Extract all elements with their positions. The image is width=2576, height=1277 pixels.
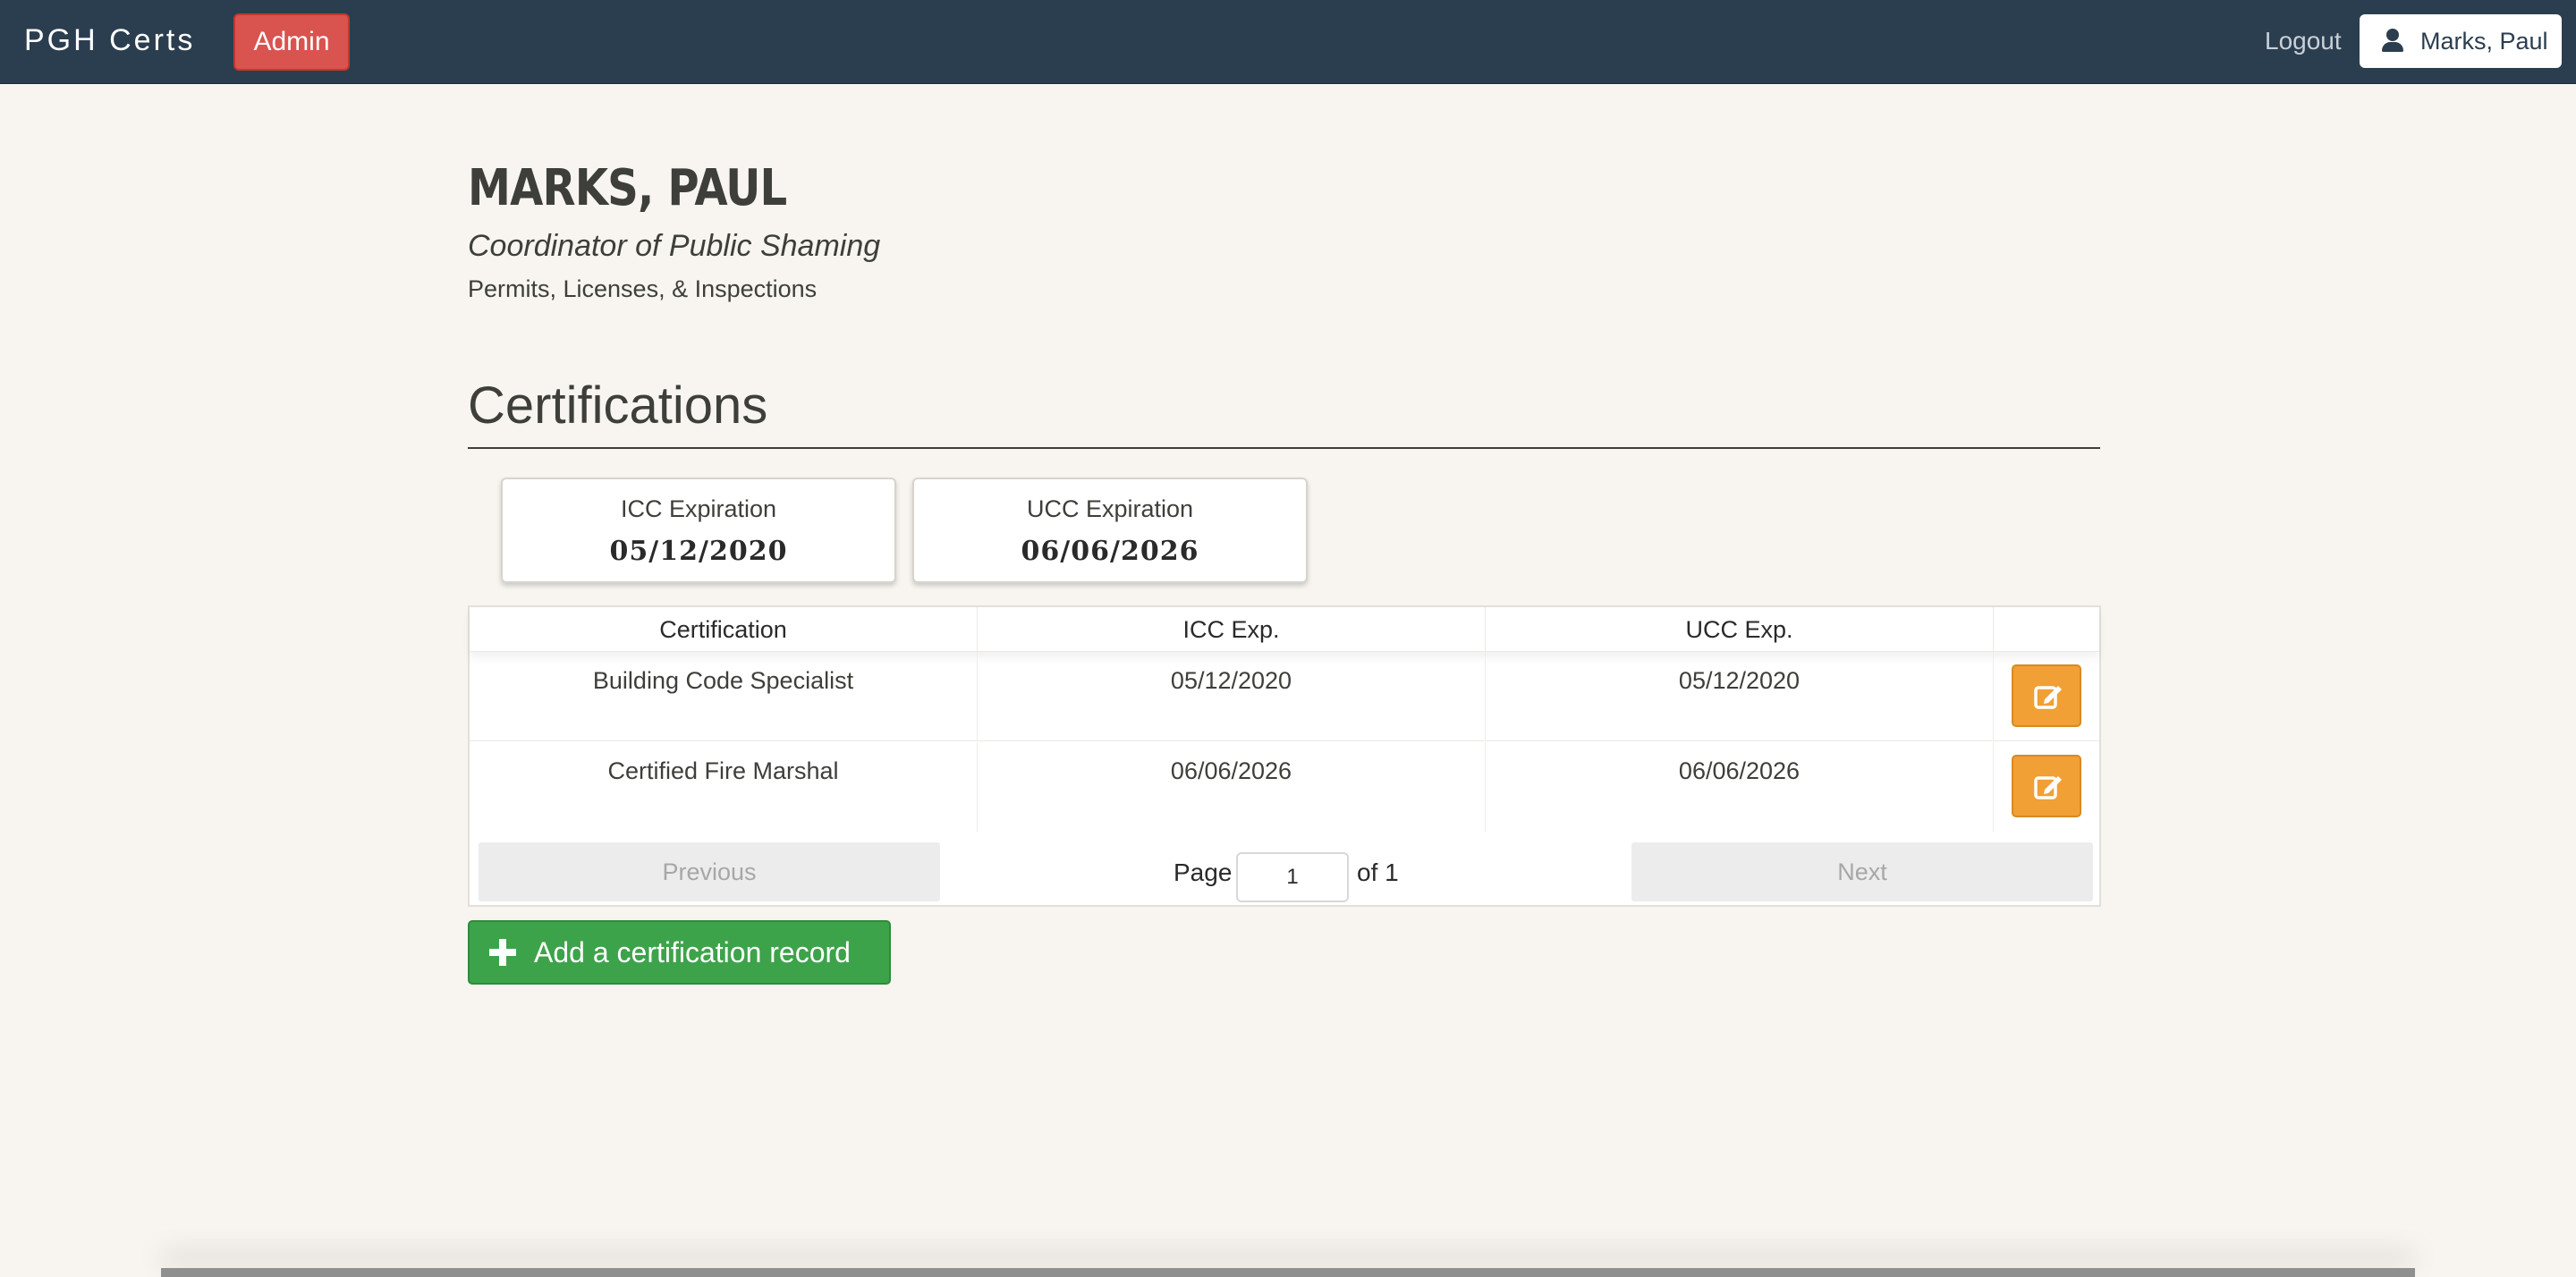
cell-certification: Building Code Specialist bbox=[470, 652, 978, 740]
profile-department: Permits, Licenses, & Inspections bbox=[468, 275, 818, 302]
column-header-icc-exp[interactable]: ICC Exp. bbox=[978, 607, 1486, 651]
cell-ucc-exp: 05/12/2020 bbox=[1486, 652, 1994, 740]
cell-certification: Certified Fire Marshal bbox=[470, 742, 978, 832]
cell-icc-exp: 06/06/2026 bbox=[978, 742, 1486, 832]
admin-button[interactable]: Admin bbox=[233, 13, 350, 71]
card-value: 06/06/2026 bbox=[1021, 536, 1199, 567]
user-icon bbox=[2381, 29, 2404, 54]
page-label: Page bbox=[1174, 858, 1233, 886]
column-header-certification[interactable]: Certification bbox=[470, 607, 978, 651]
cell-ucc-exp: 06/06/2026 bbox=[1486, 742, 1994, 832]
certifications-table: Certification ICC Exp. UCC Exp. Building… bbox=[468, 605, 2101, 907]
add-certification-label: Add a certification record bbox=[534, 935, 851, 968]
edit-button[interactable] bbox=[2012, 755, 2081, 817]
user-menu-button[interactable]: Marks, Paul bbox=[2360, 14, 2562, 68]
card-label: ICC Expiration bbox=[620, 495, 777, 522]
section-heading: Certifications bbox=[468, 376, 768, 435]
edit-button[interactable] bbox=[2012, 664, 2081, 727]
table-header: Certification ICC Exp. UCC Exp. bbox=[470, 607, 2099, 652]
page-number-input[interactable]: 1 bbox=[1236, 852, 1349, 902]
table-row: Building Code Specialist 05/12/2020 05/1… bbox=[470, 652, 2099, 741]
card-label: UCC Expiration bbox=[1026, 495, 1194, 522]
column-header-actions bbox=[1994, 607, 2099, 651]
logout-link[interactable]: Logout bbox=[2265, 27, 2342, 55]
add-certification-button[interactable]: Add a certification record bbox=[468, 920, 891, 985]
plus-icon bbox=[489, 939, 516, 966]
footer-edge bbox=[161, 1268, 2415, 1277]
card-value: 05/12/2020 bbox=[609, 536, 788, 567]
pagination: Previous Page 1 of 1 Next bbox=[470, 837, 2099, 907]
cell-icc-exp: 05/12/2020 bbox=[978, 652, 1486, 740]
edit-icon bbox=[2034, 776, 2062, 799]
brand-logo[interactable]: PGH Certs bbox=[24, 23, 195, 58]
user-name-label: Marks, Paul bbox=[2420, 27, 2548, 55]
page-count-label: of 1 bbox=[1357, 858, 1399, 886]
table-row: Certified Fire Marshal 06/06/2026 06/06/… bbox=[470, 742, 2099, 832]
edit-icon bbox=[2034, 686, 2062, 709]
column-header-ucc-exp[interactable]: UCC Exp. bbox=[1486, 607, 1994, 651]
cell-actions bbox=[1994, 742, 2099, 832]
ucc-expiration-card: UCC Expiration 06/06/2026 bbox=[912, 478, 1308, 583]
section-divider bbox=[468, 447, 2100, 449]
profile-title: Coordinator of Public Shaming bbox=[468, 229, 881, 263]
previous-page-button[interactable]: Previous bbox=[479, 842, 940, 901]
top-navbar: PGH Certs Admin Logout Marks, Paul bbox=[0, 0, 2576, 84]
profile-name: MARKS, PAUL bbox=[468, 159, 787, 217]
icc-expiration-card: ICC Expiration 05/12/2020 bbox=[501, 478, 896, 583]
next-page-button[interactable]: Next bbox=[1631, 842, 2093, 901]
cell-actions bbox=[1994, 652, 2099, 740]
